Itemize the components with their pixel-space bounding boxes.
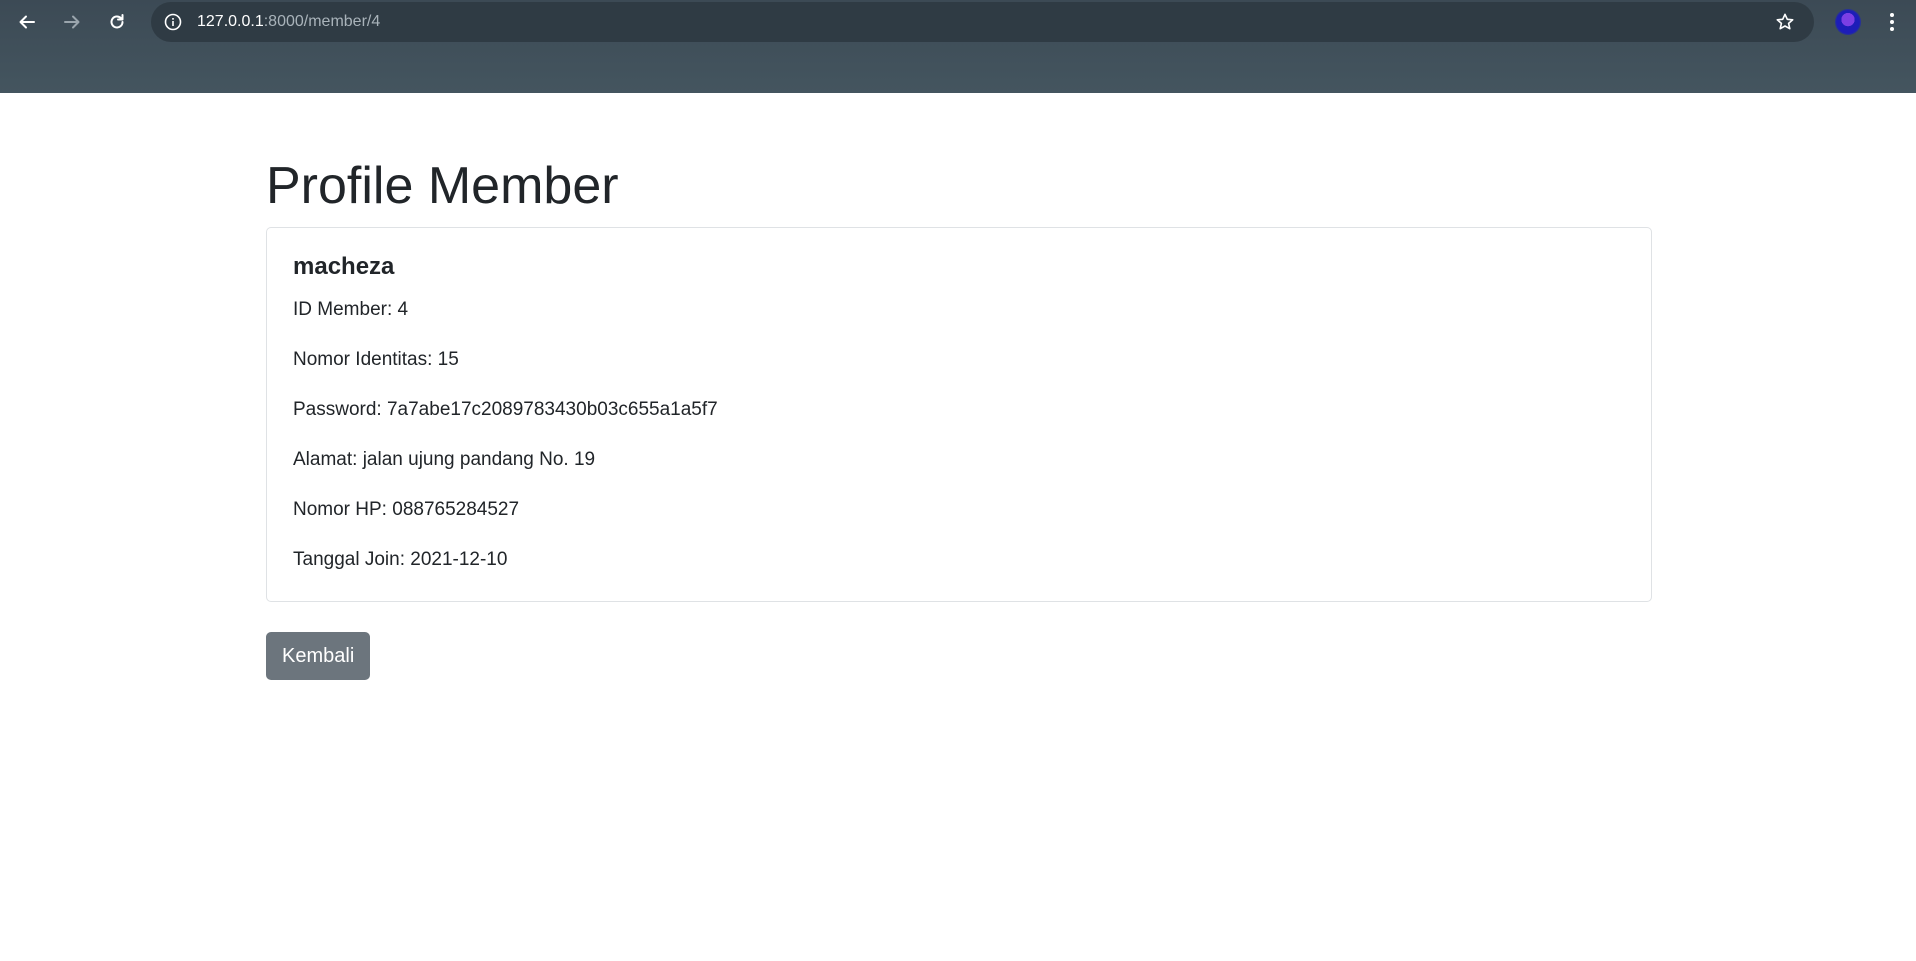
address-bar[interactable]: 127.0.0.1:8000/member/4 — [151, 2, 1814, 42]
url-path: :8000/member/4 — [263, 13, 381, 30]
back-button[interactable] — [11, 6, 43, 38]
url-host: 127.0.0.1 — [197, 13, 264, 30]
url-text[interactable]: 127.0.0.1:8000/member/4 — [197, 2, 380, 42]
browser-chrome: 127.0.0.1:8000/member/4 — [0, 0, 1916, 93]
field-label: Nomor Identitas: — [293, 349, 438, 370]
field-label: ID Member: — [293, 299, 398, 320]
kebab-menu-icon[interactable] — [1880, 8, 1904, 36]
forward-arrow-icon — [64, 15, 80, 29]
field-tanggal-join: Tanggal Join: 2021-12-10 — [293, 547, 507, 573]
field-nomor-hp: Nomor HP: 088765284527 — [293, 497, 519, 523]
forward-button[interactable] — [56, 6, 88, 38]
star-icon[interactable] — [1774, 11, 1796, 33]
field-label: Alamat: — [293, 449, 363, 470]
browser-toolbar: 127.0.0.1:8000/member/4 — [0, 0, 1916, 44]
field-nomor-identitas: Nomor Identitas: 15 — [293, 347, 459, 373]
field-password: Password: 7a7abe17c2089783430b03c655a1a5… — [293, 397, 718, 423]
profile-avatar[interactable] — [1836, 10, 1860, 34]
page-title: Profile Member — [266, 157, 619, 215]
member-profile-card: macheza ID Member: 4 Nomor Identitas: 15… — [266, 227, 1652, 602]
kembali-button[interactable]: Kembali — [266, 632, 371, 680]
field-value: 2021-12-10 — [410, 549, 508, 570]
field-value: 088765284527 — [392, 499, 520, 520]
reload-button[interactable] — [101, 6, 133, 38]
field-value: jalan ujung pandang No. 19 — [362, 449, 596, 470]
field-value: 7a7abe17c2089783430b03c655a1a5f7 — [386, 399, 718, 420]
field-label: Tanggal Join: — [293, 549, 411, 570]
field-id-member: ID Member: 4 — [293, 297, 408, 323]
field-label: Password: — [293, 399, 387, 420]
member-name: macheza — [293, 253, 395, 280]
info-icon[interactable] — [163, 12, 183, 32]
field-alamat: Alamat: jalan ujung pandang No. 19 — [293, 447, 595, 473]
field-label: Nomor HP: — [293, 499, 393, 520]
back-arrow-icon — [19, 15, 35, 29]
field-value: 4 — [397, 299, 409, 320]
field-value: 15 — [437, 349, 459, 370]
reload-icon — [110, 14, 124, 29]
